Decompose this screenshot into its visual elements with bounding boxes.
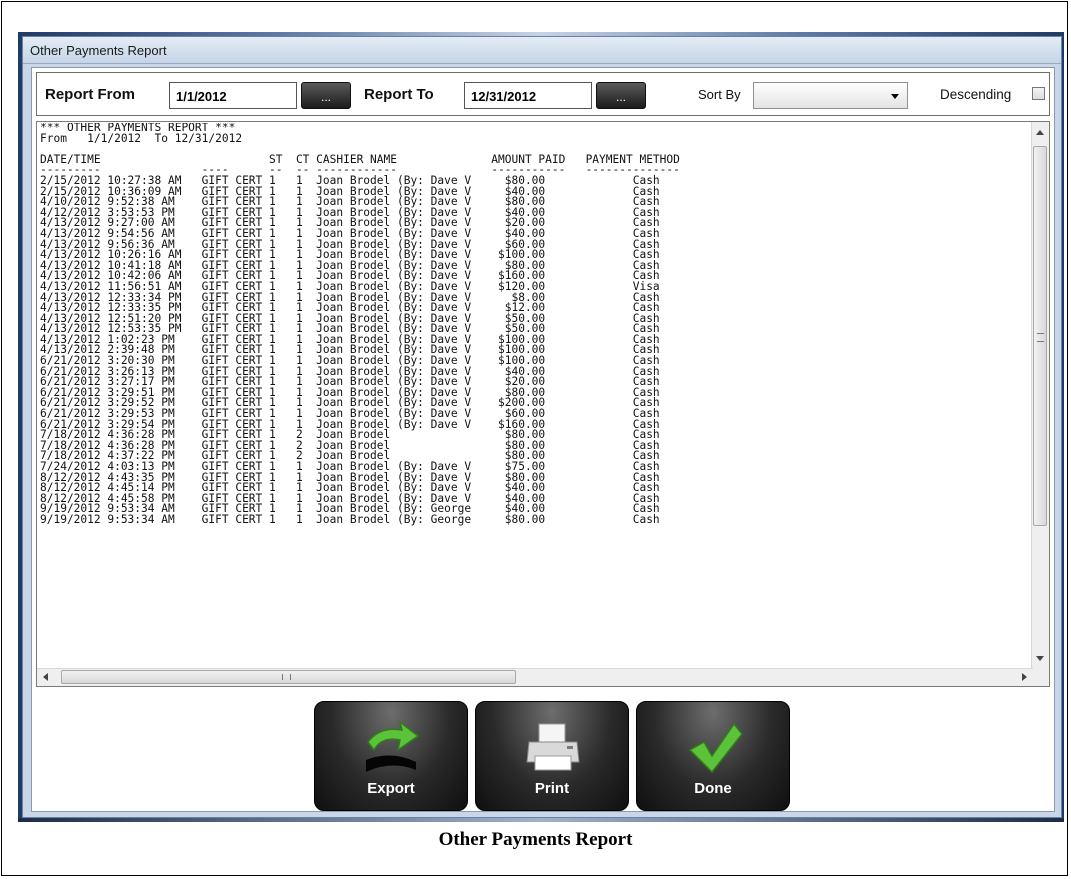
- scroll-right-icon[interactable]: [1022, 673, 1027, 681]
- report-text: *** OTHER PAYMENTS REPORT *** From 1/1/20…: [40, 123, 1030, 668]
- report-from-label: Report From: [45, 86, 135, 103]
- scroll-left-icon[interactable]: [43, 673, 48, 681]
- chevron-down-icon: [891, 94, 899, 99]
- scroll-up-icon[interactable]: [1036, 130, 1044, 135]
- window-bottom-edge: [18, 818, 1064, 822]
- horizontal-scrollbar[interactable]: [37, 668, 1033, 686]
- export-label: Export: [367, 780, 415, 797]
- vertical-scroll-thumb[interactable]: [1033, 146, 1047, 526]
- report-from-field[interactable]: 1/1/2012: [169, 82, 297, 109]
- report-to-field[interactable]: 12/31/2012: [464, 82, 592, 109]
- descending-checkbox[interactable]: [1032, 87, 1045, 100]
- report-from-picker-button[interactable]: ...: [301, 82, 351, 109]
- report-to-picker-button[interactable]: ...: [596, 82, 646, 109]
- report-header-line: From 1/1/2012 To 12/31/2012: [40, 131, 243, 145]
- done-label: Done: [694, 780, 732, 797]
- export-arrow-icon: [366, 720, 420, 772]
- checkmark-icon: [688, 722, 743, 774]
- printer-icon: [526, 723, 580, 771]
- export-button[interactable]: Export: [314, 701, 468, 811]
- report-output[interactable]: *** OTHER PAYMENTS REPORT *** From 1/1/20…: [36, 121, 1050, 687]
- done-button[interactable]: Done: [636, 701, 790, 811]
- grip-icon: [282, 674, 291, 680]
- window-title: Other Payments Report: [30, 43, 167, 58]
- figure-caption: Other Payments Report: [438, 829, 633, 850]
- filter-bar: Report From 1/1/2012 ... Report To 12/31…: [36, 72, 1050, 116]
- window-titlebar[interactable]: Other Payments Report: [23, 37, 1061, 64]
- sort-by-label: Sort By: [698, 87, 741, 102]
- report-window: Other Payments Report Report From 1/1/20…: [22, 36, 1062, 818]
- descending-label: Descending: [940, 87, 1012, 102]
- print-label: Print: [534, 780, 570, 797]
- vertical-scrollbar[interactable]: [1031, 122, 1049, 669]
- horizontal-scroll-thumb[interactable]: [61, 670, 516, 684]
- print-button[interactable]: Print: [475, 701, 629, 811]
- table-row: 9/19/2012 9:53:34 AM GIFT CERT 1 1 Joan …: [40, 512, 660, 526]
- sort-by-dropdown[interactable]: [753, 82, 908, 109]
- grip-icon: [1037, 333, 1044, 342]
- scrollbar-corner: [1032, 669, 1049, 686]
- window-client-area: Report From 1/1/2012 ... Report To 12/31…: [31, 67, 1055, 812]
- report-to-label: Report To: [364, 86, 434, 103]
- scroll-down-icon[interactable]: [1036, 656, 1044, 661]
